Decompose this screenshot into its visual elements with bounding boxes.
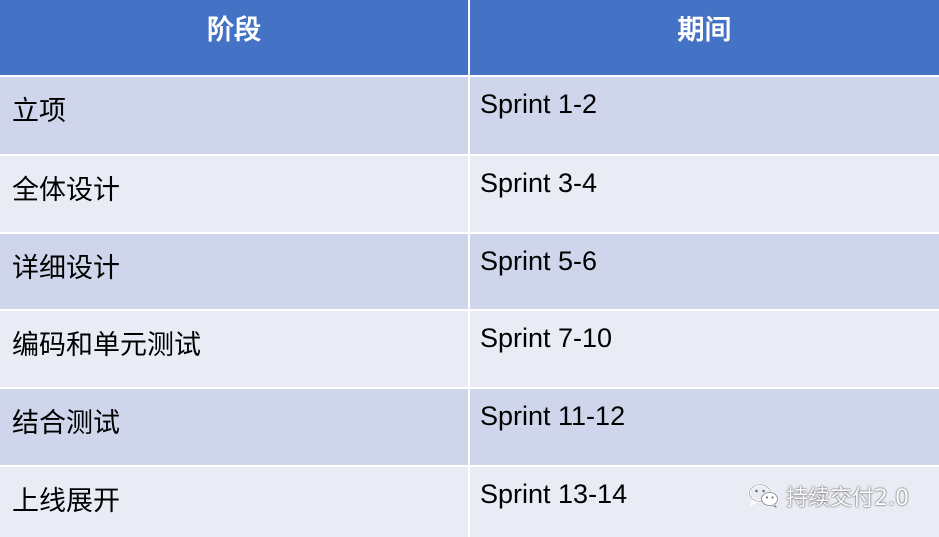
table-row: 详细设计 Sprint 5-6 [0,232,939,309]
wechat-icon [748,483,778,508]
phase-cell: 编码和单元测试 [0,311,470,387]
phase-cell: 上线展开 [0,467,470,537]
phase-period-table: 阶段 期间 立项 Sprint 1-2 全体设计 Sprint 3-4 详细设计… [0,0,939,537]
table-row: 结合测试 Sprint 11-12 [0,387,939,465]
table-row: 立项 Sprint 1-2 [0,75,939,154]
period-cell: Sprint 7-10 [470,311,939,387]
table-row: 编码和单元测试 Sprint 7-10 [0,309,939,387]
watermark-text: 持续交付2.0 [786,486,909,511]
table-header-row: 阶段 期间 [0,0,939,75]
period-cell: Sprint 3-4 [470,156,939,232]
table-row: 全体设计 Sprint 3-4 [0,154,939,232]
period-cell: Sprint 11-12 [470,389,939,465]
phase-cell: 立项 [0,77,470,154]
phase-cell: 全体设计 [0,156,470,232]
period-cell: Sprint 5-6 [470,234,939,309]
watermark: 持续交付2.0 [748,480,909,512]
phase-cell: 详细设计 [0,234,470,309]
phase-cell: 结合测试 [0,389,470,465]
period-cell: Sprint 1-2 [470,77,939,154]
header-phase: 阶段 [0,0,470,75]
header-period: 期间 [470,0,939,75]
